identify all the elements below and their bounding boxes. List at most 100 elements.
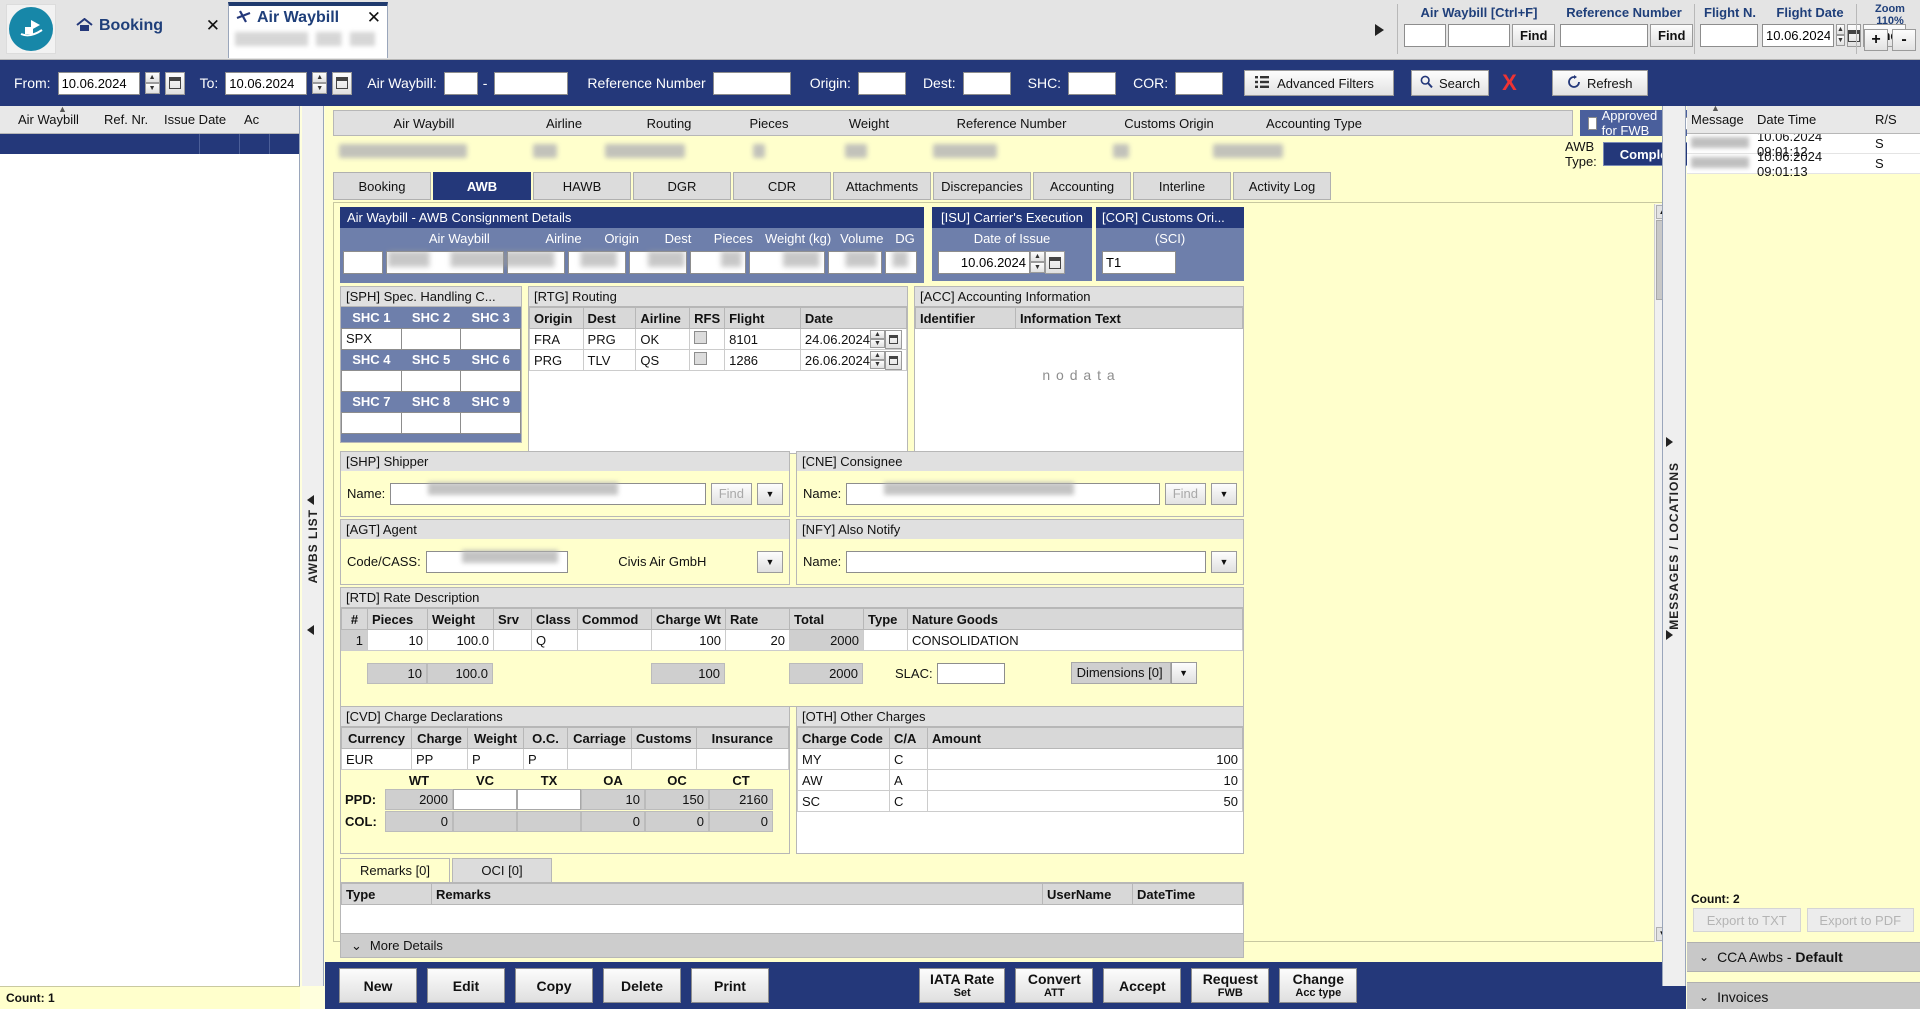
oth-code[interactable]: AW bbox=[797, 769, 890, 791]
chevron-down-icon[interactable]: ▼ bbox=[1211, 550, 1237, 573]
routing-date[interactable]: 24.06.2024 ▲ ▼ bbox=[799, 328, 908, 350]
rate-description-row[interactable]: 1 10 100.0 Q 100 20 2000 CONSOLIDATION bbox=[341, 629, 1243, 651]
awb-summary-row[interactable] bbox=[333, 138, 1573, 168]
routing-col-rfs[interactable]: RFS bbox=[689, 307, 726, 329]
routing-airline[interactable]: QS bbox=[635, 349, 691, 371]
print-button[interactable]: Print bbox=[691, 968, 769, 1003]
routing-rfs[interactable] bbox=[689, 328, 726, 350]
chevron-down-icon[interactable]: ▼ bbox=[1170, 662, 1197, 684]
rtd-class[interactable]: Q bbox=[531, 629, 578, 651]
change-acc-type-button[interactable]: Change Acc type bbox=[1279, 968, 1358, 1003]
rtd-col-srv[interactable]: Srv bbox=[493, 608, 532, 630]
calendar-icon[interactable] bbox=[164, 71, 185, 95]
rtd-commod[interactable] bbox=[577, 629, 652, 651]
tab-hawb[interactable]: HAWB bbox=[533, 172, 631, 200]
cvd-col-currency[interactable]: Currency bbox=[341, 727, 412, 749]
awbs-col-ac[interactable]: Ac bbox=[238, 112, 278, 127]
cvd-col-insurance[interactable]: Insurance bbox=[695, 727, 790, 749]
awbs-list-collapse-caret-icon[interactable] bbox=[307, 495, 314, 505]
also-notify-name-input[interactable] bbox=[846, 550, 1206, 573]
new-button[interactable]: New bbox=[339, 968, 417, 1003]
consignment-dg-input[interactable] bbox=[885, 251, 917, 274]
oth-amount[interactable]: 100 bbox=[927, 748, 1243, 770]
sph-input-1[interactable]: SPX bbox=[341, 327, 402, 350]
awbs-list-expand-caret-icon[interactable] bbox=[307, 625, 314, 635]
convert-att-button[interactable]: Convert ATT bbox=[1015, 968, 1094, 1003]
summary-col-routing[interactable]: Routing bbox=[614, 116, 724, 131]
routing-rfs[interactable] bbox=[689, 349, 726, 371]
oth-ca[interactable]: C bbox=[889, 748, 928, 770]
other-charges-row[interactable]: SC C 50 bbox=[797, 790, 1243, 812]
remarks-col-username[interactable]: UserName bbox=[1042, 883, 1133, 905]
awbs-list-collapse-strip[interactable]: AWBS LIST bbox=[302, 106, 324, 986]
oth-amount[interactable]: 10 bbox=[927, 769, 1243, 791]
oth-ca[interactable]: C bbox=[889, 790, 928, 812]
routing-dest[interactable]: TLV bbox=[582, 349, 637, 371]
messages-row[interactable]: 10.06.2024 09:01:13 S bbox=[1687, 149, 1920, 179]
awbs-col-ref-nr[interactable]: Ref. Nr. bbox=[98, 112, 158, 127]
rtd-rate[interactable]: 20 bbox=[725, 629, 790, 651]
isu-date-of-issue-input[interactable] bbox=[938, 251, 1030, 274]
rtd-col-nature-goods[interactable]: Nature Goods bbox=[907, 608, 1243, 630]
consignment-pieces-input[interactable] bbox=[690, 251, 746, 274]
rtd-col-commod[interactable]: Commod bbox=[577, 608, 652, 630]
summary-col-customs-origin[interactable]: Customs Origin bbox=[1099, 116, 1239, 131]
routing-col-flight[interactable]: Flight bbox=[724, 307, 801, 329]
remarks-col-datetime[interactable]: DateTime bbox=[1132, 883, 1243, 905]
cvd-customs[interactable] bbox=[631, 748, 697, 770]
tab-air-waybill[interactable]: Air Waybill ✕ bbox=[228, 2, 388, 58]
shc-filter-input[interactable] bbox=[1068, 71, 1117, 95]
summary-col-weight[interactable]: Weight bbox=[814, 116, 924, 131]
rtd-col-class[interactable]: Class bbox=[531, 608, 578, 630]
oth-col-ca[interactable]: C/A bbox=[889, 727, 928, 749]
cvd-carriage[interactable] bbox=[567, 748, 632, 770]
sph-input-7[interactable] bbox=[341, 411, 402, 434]
messages-col-date-time[interactable]: Date Time bbox=[1757, 112, 1875, 127]
search-button[interactable]: Search bbox=[1411, 70, 1490, 96]
routing-airline[interactable]: OK bbox=[635, 328, 691, 350]
oth-code[interactable]: MY bbox=[797, 748, 890, 770]
awb-number-filter-input[interactable] bbox=[494, 71, 569, 95]
consignment-weight-input[interactable] bbox=[749, 251, 825, 274]
calendar-icon[interactable] bbox=[332, 71, 353, 95]
sph-input-3[interactable] bbox=[460, 327, 521, 350]
rtd-charge-wt[interactable]: 100 bbox=[651, 629, 726, 651]
reference-number-filter-input[interactable] bbox=[712, 71, 791, 95]
oth-col-amount[interactable]: Amount bbox=[927, 727, 1243, 749]
calendar-icon[interactable] bbox=[1045, 251, 1065, 274]
tab-accounting[interactable]: Accounting bbox=[1033, 172, 1131, 200]
rtd-col-weight[interactable]: Weight bbox=[427, 608, 494, 630]
more-details-toggle[interactable]: ⌄ More Details bbox=[340, 934, 1244, 958]
consignment-airline-input[interactable] bbox=[507, 251, 565, 274]
messages-col-rs[interactable]: R/S bbox=[1875, 112, 1915, 127]
messages-locations-collapse-strip[interactable]: MESSAGES / LOCATIONS bbox=[1662, 106, 1686, 986]
iata-rate-set-button[interactable]: IATA Rate Set bbox=[919, 968, 1006, 1003]
awbs-list-row-selected[interactable] bbox=[0, 134, 299, 154]
clear-filters-icon[interactable]: X bbox=[1502, 70, 1517, 96]
accounting-col-identifier[interactable]: Identifier bbox=[915, 307, 1016, 329]
chevron-down-icon[interactable]: ▼ bbox=[757, 482, 783, 505]
tab-remarks[interactable]: Remarks [0] bbox=[340, 858, 450, 882]
calendar-icon[interactable] bbox=[885, 350, 902, 370]
copy-button[interactable]: Copy bbox=[515, 968, 593, 1003]
chevron-down-icon[interactable]: ▼ bbox=[757, 550, 783, 573]
close-icon[interactable]: ✕ bbox=[206, 16, 220, 36]
awbs-col-air-waybill[interactable]: Air Waybill bbox=[12, 112, 98, 127]
header-flightno-input[interactable] bbox=[1700, 24, 1758, 47]
summary-col-pieces[interactable]: Pieces bbox=[724, 116, 814, 131]
summary-col-accounting-type[interactable]: Accounting Type bbox=[1239, 116, 1389, 131]
to-date-input[interactable] bbox=[225, 71, 308, 95]
cor-sci-input[interactable] bbox=[1102, 251, 1176, 274]
sph-input-4[interactable] bbox=[341, 369, 402, 392]
cvd-ppd-tx[interactable] bbox=[517, 789, 581, 810]
rtd-col-type[interactable]: Type bbox=[863, 608, 908, 630]
sph-input-2[interactable] bbox=[400, 327, 462, 350]
oth-ca[interactable]: A bbox=[889, 769, 928, 791]
messages-collapse-caret-icon[interactable] bbox=[1666, 437, 1673, 447]
origin-filter-input[interactable] bbox=[857, 71, 906, 95]
tab-cdr[interactable]: CDR bbox=[733, 172, 831, 200]
chevron-down-icon[interactable]: ▼ bbox=[1211, 482, 1237, 505]
tab-attachments[interactable]: Attachments bbox=[833, 172, 931, 200]
summary-col-airline[interactable]: Airline bbox=[514, 116, 614, 131]
routing-col-origin[interactable]: Origin bbox=[529, 307, 584, 329]
